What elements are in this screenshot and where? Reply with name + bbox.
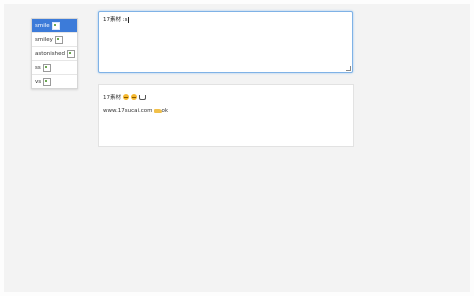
smiley-icon [123, 94, 129, 100]
broken-image-icon [43, 77, 52, 86]
emoji-option-label: smile [35, 22, 50, 29]
comment-textarea[interactable]: 17素材 :s [98, 11, 353, 73]
emoji-option-label: vs [35, 78, 42, 85]
preview-text: www.17sucai.com [103, 108, 153, 114]
emoji-option-label: astonished [35, 50, 65, 57]
coffee-cup-icon [139, 94, 146, 100]
emoji-option-astonished[interactable]: astonished [32, 47, 77, 61]
emoji-option-label: smiley [35, 36, 53, 43]
textarea-value: 17素材 :s [103, 17, 128, 23]
emoji-option-ss[interactable]: ss [32, 61, 77, 75]
broken-image-icon [42, 63, 51, 72]
resize-handle-icon[interactable] [346, 66, 351, 71]
preview-text: 17素材 [103, 95, 121, 101]
smiley-icon [131, 94, 137, 100]
preview-line: www.17sucai.com ok [103, 107, 349, 115]
broken-image-icon [67, 49, 75, 58]
emoji-option-smiley[interactable]: smiley [32, 33, 77, 47]
emoji-option-vs[interactable]: vs [32, 75, 77, 88]
rendered-preview-panel: 17素材 www.17sucai.com ok [98, 84, 354, 147]
emoji-option-label: ss [35, 64, 41, 71]
text-caret [128, 16, 130, 23]
preview-line: 17素材 [103, 93, 349, 101]
preview-text: ok [161, 108, 169, 114]
broken-image-icon [51, 21, 60, 30]
emoji-option-smile[interactable]: smile [32, 19, 77, 33]
broken-image-icon [54, 35, 63, 44]
emoji-autocomplete-menu: smile smiley astonished ss vs [31, 18, 78, 89]
clapping-hands-icon [153, 109, 162, 113]
